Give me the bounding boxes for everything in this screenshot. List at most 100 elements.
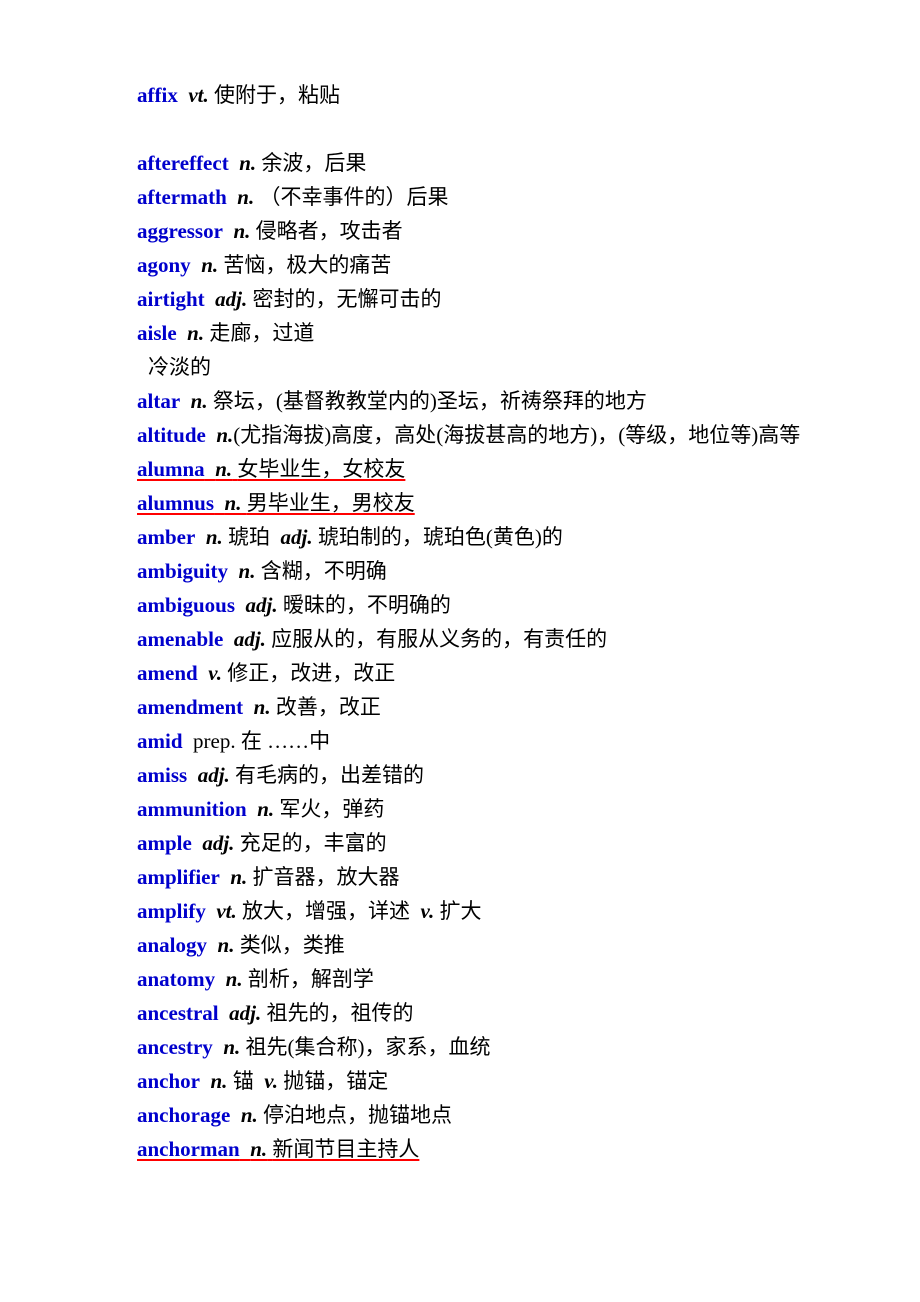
vocabulary-entry: anatomy n. 剖析，解剖学 — [66, 962, 866, 996]
entry-part-of-speech: vt. — [188, 83, 209, 107]
entry-definition: 祭坛，(基督教教堂内的)圣坛，祈祷祭拜的地方 — [212, 389, 647, 413]
entry-headword: anchorage — [137, 1103, 231, 1127]
entry-definition: 走廊，过道 — [209, 321, 315, 345]
entry-part-of-speech: n. — [216, 423, 234, 447]
entry-headword: amplify — [137, 899, 206, 923]
entry-part-of-speech: n. — [217, 933, 235, 957]
entry-headword: ancestral — [137, 1001, 219, 1025]
entry-part-of-speech: n. — [238, 559, 256, 583]
entry-definition: 暧昧的，不明确的 — [282, 593, 451, 617]
entry-part-of-speech: n. — [225, 967, 243, 991]
entry-part-of-speech: adj. — [197, 763, 230, 787]
document-page: affix vt. 使附于，粘贴 aftereffect n. 余波，后果 afte… — [0, 0, 920, 1302]
entry-headword: ambiguity — [137, 559, 229, 583]
vocabulary-entry: anchorman n. 新闻节目主持人 — [66, 1132, 866, 1166]
entry-part-of-speech: prep. — [193, 729, 236, 753]
entry-part-of-speech-secondary: v. — [420, 899, 435, 923]
entry-definition: 剖析，解剖学 — [247, 967, 374, 991]
entry-headword: amenable — [137, 627, 224, 651]
vocabulary-entry: ancestry n. 祖先(集合称)，家系，血统 — [66, 1030, 866, 1064]
entry-headword: alumnus — [137, 491, 215, 515]
entry-definition: 在 ……中 — [240, 729, 331, 753]
entry-headword: amendment — [137, 695, 244, 719]
entry-part-of-speech: adj. — [215, 287, 248, 311]
entry-part-of-speech: n. — [215, 457, 233, 481]
entry-headword: analogy — [137, 933, 208, 957]
entry-part-of-speech: n. — [257, 797, 275, 821]
vocabulary-entry: aftermath n. （不幸事件的）后果 — [66, 180, 866, 214]
entry-definition: 有毛病的，出差错的 — [235, 763, 425, 787]
entry-part-of-speech: adj. — [245, 593, 278, 617]
entry-headword: altar — [137, 389, 181, 413]
entry-definition: （不幸事件的）后果 — [259, 185, 449, 209]
vocabulary-entry: ample adj. 充足的，丰富的 — [66, 826, 866, 860]
entry-headword: amid — [137, 729, 183, 753]
entry-part-of-speech: v. — [208, 661, 222, 685]
entry-definition: 放大，增强，详述 — [242, 899, 410, 923]
entry-part-of-speech: adj. — [202, 831, 235, 855]
entry-part-of-speech: n. — [187, 321, 205, 345]
vocabulary-entry: affix vt. 使附于，粘贴 — [66, 78, 866, 112]
entry-definition-secondary: 抛锚，锚定 — [283, 1069, 389, 1093]
entry-headword: agony — [137, 253, 191, 277]
entry-definition-secondary: 琥珀制的，琥珀色(黄色)的 — [317, 525, 563, 549]
entry-headword: anchorman — [137, 1137, 240, 1161]
entry-definition: 修正，改进，改正 — [227, 661, 396, 685]
entry-definition: 苦恼，极大的痛苦 — [223, 253, 392, 277]
entry-part-of-speech: n. — [230, 865, 248, 889]
entry-definition: 琥珀 — [228, 525, 271, 549]
vocabulary-entry: altar n. 祭坛，(基督教教堂内的)圣坛，祈祷祭拜的地方 — [66, 384, 866, 418]
entry-part-of-speech: n. — [253, 695, 271, 719]
vocabulary-entry: amplify vt. 放大，增强，详述 v. 扩大 — [66, 894, 866, 928]
entry-definition: 祖先的，祖传的 — [266, 1001, 414, 1025]
vocabulary-entry: ambiguity n. 含糊，不明确 — [66, 554, 866, 588]
entry-definition-secondary: 扩大 — [439, 899, 482, 923]
entry-part-of-speech: n. — [233, 219, 251, 243]
vocabulary-entry: anchor n. 锚 v. 抛锚，锚定 — [66, 1064, 866, 1098]
entry-part-of-speech-secondary: v. — [264, 1069, 278, 1093]
vocabulary-entry: altitude n.(尤指海拔)高度，高处(海拔甚高的地方)，(等级，地位等)… — [66, 418, 866, 452]
entry-definition: 使附于，粘贴 — [213, 83, 340, 107]
entry-headword: aftereffect — [137, 151, 229, 175]
vocabulary-entry: ancestral adj. 祖先的，祖传的 — [66, 996, 866, 1030]
entry-headword: aisle — [137, 321, 177, 345]
entry-headword: ammunition — [137, 797, 247, 821]
entry-headword: ambiguous — [137, 593, 236, 617]
vocabulary-entry: amenable adj. 应服从的，有服从义务的，有责任的 — [66, 622, 866, 656]
entry-definition: 余波，后果 — [261, 151, 367, 175]
entry-part-of-speech: n. — [223, 1035, 241, 1059]
vocabulary-entry: amend v. 修正，改进，改正 — [66, 656, 866, 690]
vocabulary-entry: amiss adj. 有毛病的，出差错的 — [66, 758, 866, 792]
entry-definition: 锚 — [232, 1069, 254, 1093]
entry-definition: 密封的，无懈可击的 — [252, 287, 442, 311]
entry-headword: airtight — [137, 287, 205, 311]
entry-part-of-speech: n. — [190, 389, 208, 413]
entry-part-of-speech: adj. — [233, 627, 266, 651]
entry-definition: 军火，弹药 — [279, 797, 385, 821]
entry-headword: alumna — [137, 457, 205, 481]
entry-part-of-speech: vt. — [216, 899, 237, 923]
entry-part-of-speech-secondary: adj. — [280, 525, 313, 549]
entry-headword: amend — [137, 661, 198, 685]
vocabulary-entry: amid prep. 在 ……中 — [66, 724, 866, 758]
entry-headword: amplifier — [137, 865, 220, 889]
entry-definition: 改善，改正 — [275, 695, 381, 719]
entry-headword: amber — [137, 525, 196, 549]
vocabulary-entry: amplifier n. 扩音器，放大器 — [66, 860, 866, 894]
vocabulary-entry: airtight adj. 密封的，无懈可击的 — [66, 282, 866, 316]
vocabulary-entry: ambiguous adj. 暧昧的，不明确的 — [66, 588, 866, 622]
vocabulary-entry: aisle n. 走廊，过道 — [66, 316, 866, 350]
entry-definition: (尤指海拔)高度，高处(海拔甚高的地方)，(等级，地位等)高等 — [233, 423, 801, 447]
entry-headword: affix — [137, 83, 178, 107]
entry-definition: 充足的，丰富的 — [239, 831, 387, 855]
entry-headword: aggressor — [137, 219, 223, 243]
entry-headword: aftermath — [137, 185, 227, 209]
vocabulary-entry: aftereffect n. 余波，后果 — [66, 146, 866, 180]
entry-part-of-speech: n. — [250, 1137, 268, 1161]
entry-definition: 祖先(集合称)，家系，血统 — [245, 1035, 491, 1059]
vocabulary-entry: alumnus n. 男毕业生，男校友 — [66, 486, 866, 520]
entry-definition: 女毕业生，女校友 — [237, 457, 406, 481]
entry-definition: 含糊，不明确 — [260, 559, 387, 583]
entry-headword: anchor — [137, 1069, 200, 1093]
entry-headword: amiss — [137, 763, 188, 787]
